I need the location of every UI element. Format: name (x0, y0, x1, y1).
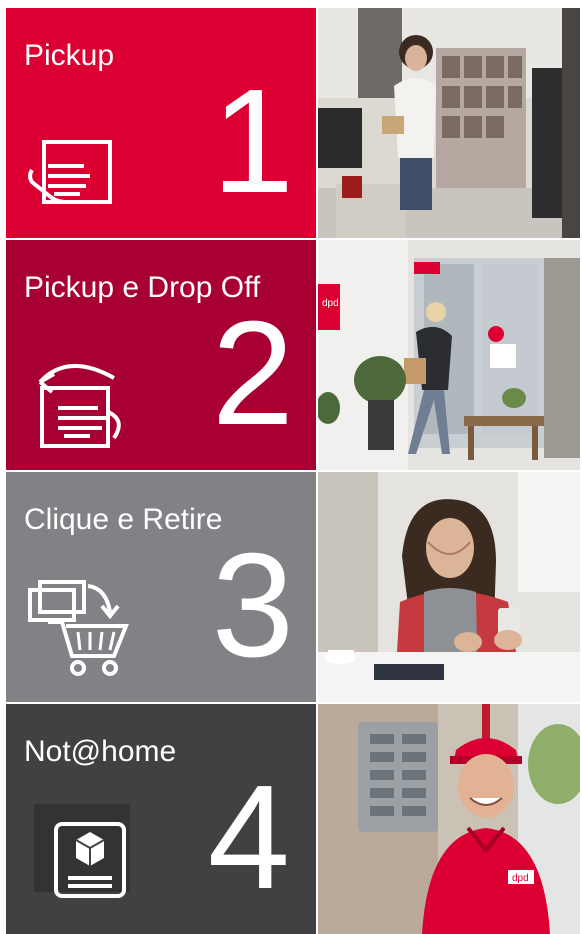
parcel-box-icon (54, 822, 126, 898)
photo-drop-off-shop: dpd (318, 240, 580, 470)
photo-not-at-home-courier: dpd (318, 704, 580, 934)
photo-drop-off-shop-image: dpd (318, 240, 580, 470)
parcel-return-hand-icon (38, 364, 121, 448)
tile-not-at-home[interactable]: Not@home 4 (6, 704, 316, 934)
photo-pickup-shop-image (318, 8, 580, 238)
photo-pickup-shop (318, 8, 580, 238)
tile-number: 3 (211, 523, 294, 688)
tile-number: 2 (211, 291, 294, 456)
shop-sign-text: dpd (322, 298, 339, 309)
tile-pickup-drop-off[interactable]: Pickup e Drop Off 2 (6, 240, 316, 470)
shirt-logo-text: dpd (512, 873, 529, 884)
photo-click-and-collect (318, 472, 580, 702)
tile-clique-e-retire[interactable]: Clique e Retire 3 (6, 472, 316, 702)
hand-on-parcel-icon (28, 140, 112, 204)
photo-courier-image: dpd (318, 704, 580, 934)
tile-number: 1 (211, 59, 294, 224)
shopping-cart-icon (28, 580, 129, 676)
tile-number: 4 (207, 755, 290, 920)
tile-pickup[interactable]: Pickup 1 (6, 8, 316, 238)
photo-click-and-collect-image (318, 472, 580, 702)
